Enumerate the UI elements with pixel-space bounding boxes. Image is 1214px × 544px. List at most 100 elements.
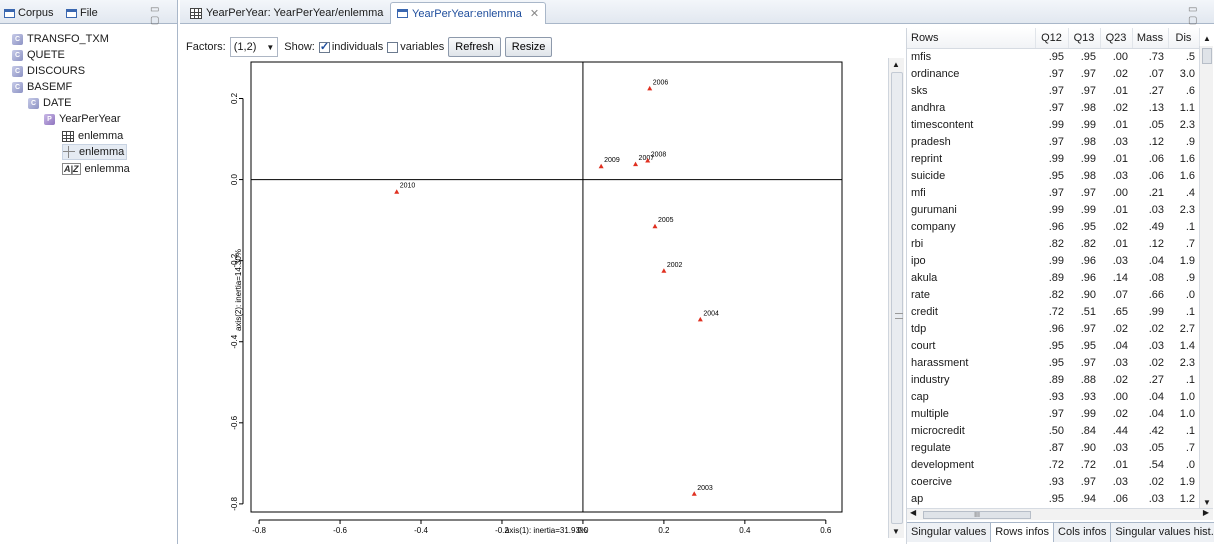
tree-item-discours[interactable]: C DISCOURS: [12, 63, 85, 79]
scrollbar-thumb[interactable]: III: [923, 511, 1031, 519]
row-name-cell: reprint: [911, 152, 943, 165]
table-horizontal-scrollbar[interactable]: ◀ III ▶: [907, 508, 1213, 520]
row-name-cell: akula: [911, 271, 938, 284]
column-header[interactable]: Q12: [1035, 28, 1069, 49]
tree-item-quete[interactable]: C QUETE: [12, 47, 65, 63]
tree-item-date[interactable]: C DATE: [28, 95, 72, 111]
corpus-icon: C: [28, 97, 39, 109]
table-row[interactable]: development .72 .72 .01 .54 .0: [907, 457, 1199, 474]
column-header[interactable]: Mass: [1132, 28, 1169, 49]
value-cell: .97: [1080, 84, 1096, 97]
row-name-cell: suicide: [911, 169, 946, 182]
x-tick-label: -0.4: [414, 526, 428, 535]
table-row[interactable]: company .96 .95 .02 .49 .1: [907, 219, 1199, 236]
tab-singular-values[interactable]: Singular values: [907, 523, 992, 542]
value-cell: .12: [1148, 135, 1164, 148]
tab-lexical-table[interactable]: YearPerYear: YearPerYear/enlemma: [184, 2, 389, 24]
value-cell: .02: [1112, 407, 1128, 420]
scrollbar-thumb[interactable]: [891, 72, 903, 524]
table-header-row: Rows Q12 Q13 Q23 Mass Dis: [907, 28, 1200, 49]
column-header[interactable]: Rows: [907, 28, 1036, 49]
table-row[interactable]: akula .89 .96 .14 .08 .9: [907, 270, 1199, 287]
scroll-up-icon[interactable]: ▲: [892, 60, 900, 69]
table-row[interactable]: ap .95 .94 .06 .03 1.2: [907, 491, 1199, 508]
table-row[interactable]: mfi .97 .97 .00 .21 .4: [907, 185, 1199, 202]
scroll-down-icon[interactable]: ▼: [1203, 498, 1211, 507]
tree-item-enlemma-table[interactable]: enlemma: [62, 128, 123, 144]
column-header[interactable]: Q13: [1068, 28, 1101, 49]
table-row[interactable]: sks .97 .97 .01 .27 .6: [907, 83, 1199, 100]
value-cell: .99: [1048, 152, 1064, 165]
tab-singular-values-hist[interactable]: Singular values hist...: [1111, 523, 1214, 542]
table-row[interactable]: harassment .95 .97 .03 .02 2.3: [907, 355, 1199, 372]
value-cell: .00: [1112, 390, 1128, 403]
value-cell: .93: [1048, 475, 1064, 488]
value-cell: 2.3: [1179, 356, 1195, 369]
value-cell: .99: [1080, 152, 1096, 165]
table-row[interactable]: regulate .87 .90 .03 .05 .7: [907, 440, 1199, 457]
scroll-left-icon[interactable]: ◀: [910, 508, 916, 517]
column-header[interactable]: Dis: [1168, 28, 1200, 49]
tree-item-enlemma-lexicon[interactable]: A|Z enlemma: [62, 161, 130, 177]
variables-checkbox[interactable]: [387, 41, 399, 53]
table-row[interactable]: multiple .97 .99 .02 .04 1.0: [907, 406, 1199, 423]
table-row[interactable]: suicide .95 .98 .03 .06 1.6: [907, 168, 1199, 185]
scroll-up-icon[interactable]: ▲: [1203, 34, 1211, 43]
scroll-down-icon[interactable]: ▼: [892, 527, 900, 536]
value-cell: .06: [1112, 492, 1128, 505]
scrollbar-thumb[interactable]: [1202, 48, 1212, 64]
value-cell: .0: [1185, 288, 1195, 301]
tree-item-yearperyear[interactable]: P YearPerYear: [44, 111, 121, 127]
tree-item-transfo-txm[interactable]: C TRANSFO_TXM: [12, 31, 109, 47]
scroll-right-icon[interactable]: ▶: [1203, 508, 1209, 517]
table-row[interactable]: court .95 .95 .04 .03 1.4: [907, 338, 1199, 355]
value-cell: .9: [1185, 271, 1195, 284]
table-row[interactable]: pradesh .97 .98 .03 .12 .9: [907, 134, 1199, 151]
tab-rows-infos[interactable]: Rows infos: [991, 523, 1055, 542]
value-cell: .44: [1112, 424, 1128, 437]
table-row[interactable]: tdp .96 .97 .02 .02 2.7: [907, 321, 1199, 338]
value-cell: .1: [1185, 424, 1195, 437]
value-cell: .88: [1080, 373, 1096, 386]
table-row[interactable]: microcredit .50 .84 .44 .42 .1: [907, 423, 1199, 440]
value-cell: .97: [1048, 186, 1064, 199]
row-name-cell: ap: [911, 492, 924, 505]
table-row[interactable]: timescontent .99 .99 .01 .05 2.3: [907, 117, 1199, 134]
table-row[interactable]: reprint .99 .99 .01 .06 1.6: [907, 151, 1199, 168]
value-cell: .97: [1048, 135, 1064, 148]
plot-scrollbar[interactable]: ▲ ▼: [888, 58, 904, 538]
resize-button[interactable]: Resize: [504, 37, 553, 57]
table-row[interactable]: mfis .95 .95 .00 .73 .5: [907, 48, 1199, 66]
tab-file[interactable]: File: [66, 4, 98, 22]
table-row[interactable]: rate .82 .90 .07 .66 .0: [907, 287, 1199, 304]
minimize-maximize-icon[interactable]: ▭ ▢: [150, 4, 177, 26]
window-icon: [66, 8, 77, 18]
factors-select[interactable]: (1,2) ▼: [229, 37, 279, 57]
column-header[interactable]: Q23: [1100, 28, 1133, 49]
tree-item-enlemma-ca[interactable]: enlemma: [62, 144, 128, 160]
table-row[interactable]: credit .72 .51 .65 .99 .1: [907, 304, 1199, 321]
table-row[interactable]: ordinance .97 .97 .02 .07 3.0: [907, 66, 1199, 83]
tab-corpus[interactable]: Corpus: [4, 4, 53, 22]
row-name-cell: gurumani: [911, 203, 957, 216]
value-cell: .73: [1148, 50, 1164, 63]
y-tick-label: 0.0: [230, 173, 239, 185]
y-tick-label: -0.6: [230, 415, 239, 429]
refresh-button[interactable]: Refresh: [448, 37, 501, 57]
table-row[interactable]: rbi .82 .82 .01 .12 .7: [907, 236, 1199, 253]
tab-file-label: File: [80, 7, 98, 19]
tab-ca-plot[interactable]: YearPerYear:enlemma ✕: [390, 2, 547, 24]
table-row[interactable]: industry .89 .88 .02 .27 .1: [907, 372, 1199, 389]
table-row[interactable]: cap .93 .93 .00 .04 1.0: [907, 389, 1199, 406]
table-row[interactable]: andhra .97 .98 .02 .13 1.1: [907, 100, 1199, 117]
tab-cols-infos[interactable]: Cols infos: [1054, 523, 1112, 542]
table-vertical-scrollbar[interactable]: ▲ ▼: [1199, 34, 1213, 508]
table-row[interactable]: coercive .93 .97 .03 .02 1.9: [907, 474, 1199, 491]
table-row[interactable]: ipo .99 .96 .03 .04 1.9: [907, 253, 1199, 270]
close-icon[interactable]: ✕: [530, 7, 539, 20]
minimize-maximize-icon[interactable]: ▭ ▢: [1188, 4, 1214, 26]
value-cell: .04: [1148, 390, 1164, 403]
table-row[interactable]: gurumani .99 .99 .01 .03 2.3: [907, 202, 1199, 219]
tree-item-basemf[interactable]: C BASEMF: [12, 79, 72, 95]
individuals-checkbox[interactable]: [318, 40, 330, 53]
